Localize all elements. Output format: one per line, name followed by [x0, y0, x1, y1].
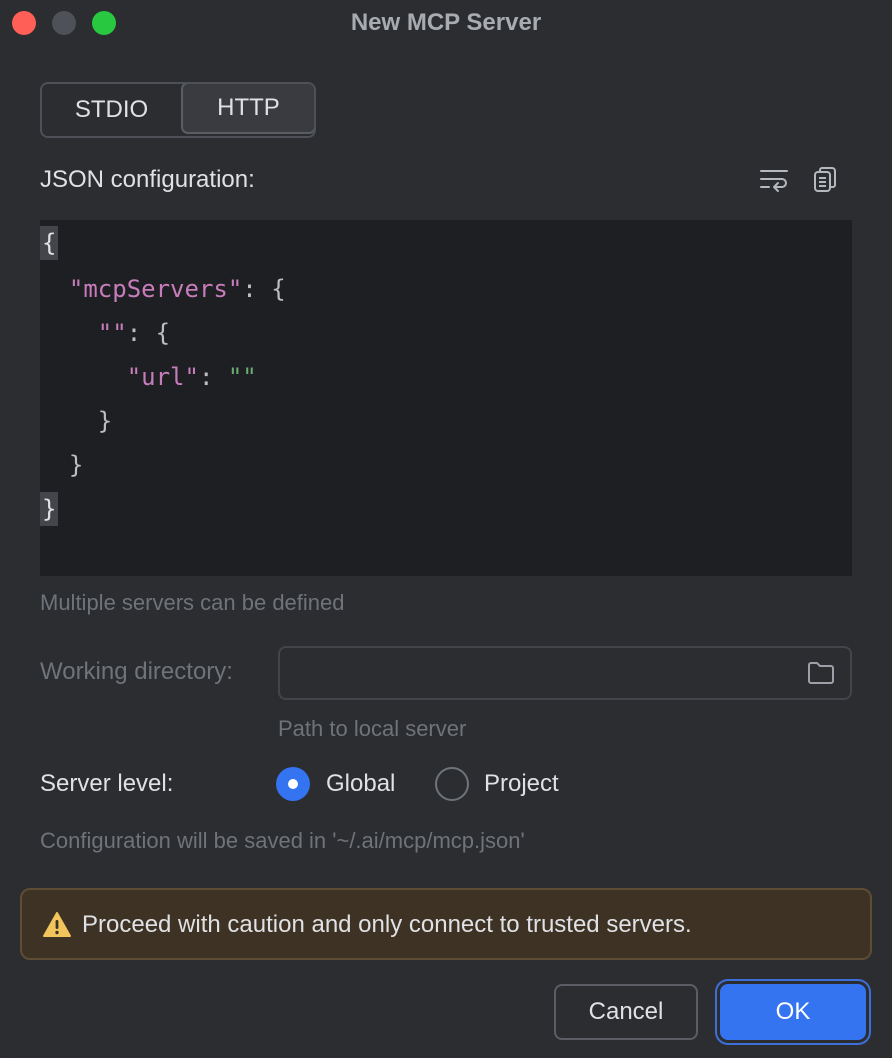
cancel-button[interactable]: Cancel	[554, 984, 698, 1040]
working-directory-label: Working directory:	[40, 658, 233, 685]
json-key-mcpservers: "mcpServers"	[68, 275, 243, 303]
radio-project[interactable]	[435, 767, 469, 801]
server-level-label: Server level:	[40, 770, 174, 797]
radio-project-label[interactable]: Project	[484, 770, 559, 798]
folder-icon	[808, 662, 834, 684]
dialog-window: New MCP Server STDIO HTTP JSON configura…	[0, 0, 892, 1058]
working-directory-hint: Path to local server	[278, 716, 467, 741]
warning-icon	[43, 912, 71, 937]
json-punct: }	[97, 407, 113, 435]
ok-button[interactable]: OK	[720, 984, 866, 1040]
code-line-4: "url": ""	[40, 360, 257, 394]
json-punct: }	[68, 451, 84, 479]
working-directory-input[interactable]	[290, 648, 790, 698]
multiple-servers-hint: Multiple servers can be defined	[40, 590, 345, 615]
json-configuration-label: JSON configuration:	[40, 166, 255, 193]
title-bar: New MCP Server	[0, 0, 892, 46]
working-directory-field[interactable]	[278, 646, 852, 700]
soft-wrap-button[interactable]	[754, 160, 794, 200]
code-line-7: }	[40, 492, 59, 526]
radio-global[interactable]	[276, 767, 310, 801]
caution-banner: Proceed with caution and only connect to…	[20, 888, 872, 960]
copy-icon	[814, 167, 836, 192]
json-punct: : {	[242, 275, 286, 303]
json-editor[interactable]: { "mcpServers": { "": { "url": "" } } }	[40, 220, 852, 576]
transport-selector: STDIO HTTP	[40, 82, 316, 138]
tab-stdio[interactable]: STDIO	[42, 84, 181, 136]
caution-text: Proceed with caution and only connect to…	[82, 911, 692, 938]
brace-highlight: {	[40, 226, 59, 260]
dialog-title: New MCP Server	[350, 9, 542, 36]
code-line-6: }	[40, 448, 83, 482]
config-path-hint: Configuration will be saved in '~/.ai/mc…	[40, 828, 525, 853]
json-punct: : {	[126, 319, 171, 347]
browse-folder-button[interactable]	[806, 659, 836, 687]
code-line-1: {	[40, 226, 59, 260]
json-value-url: ""	[227, 363, 257, 391]
code-line-3: "": {	[40, 316, 170, 350]
copy-button[interactable]	[805, 160, 845, 200]
json-key-url: "url"	[126, 363, 199, 391]
tab-http[interactable]: HTTP	[181, 84, 314, 134]
code-line-2: "mcpServers": {	[40, 272, 286, 306]
soft-wrap-icon	[760, 170, 788, 192]
json-key-server-name: ""	[97, 319, 127, 347]
code-line-5: }	[40, 404, 112, 438]
json-punct: :	[198, 363, 228, 391]
radio-global-label[interactable]: Global	[326, 770, 395, 798]
brace-highlight: }	[40, 492, 59, 526]
